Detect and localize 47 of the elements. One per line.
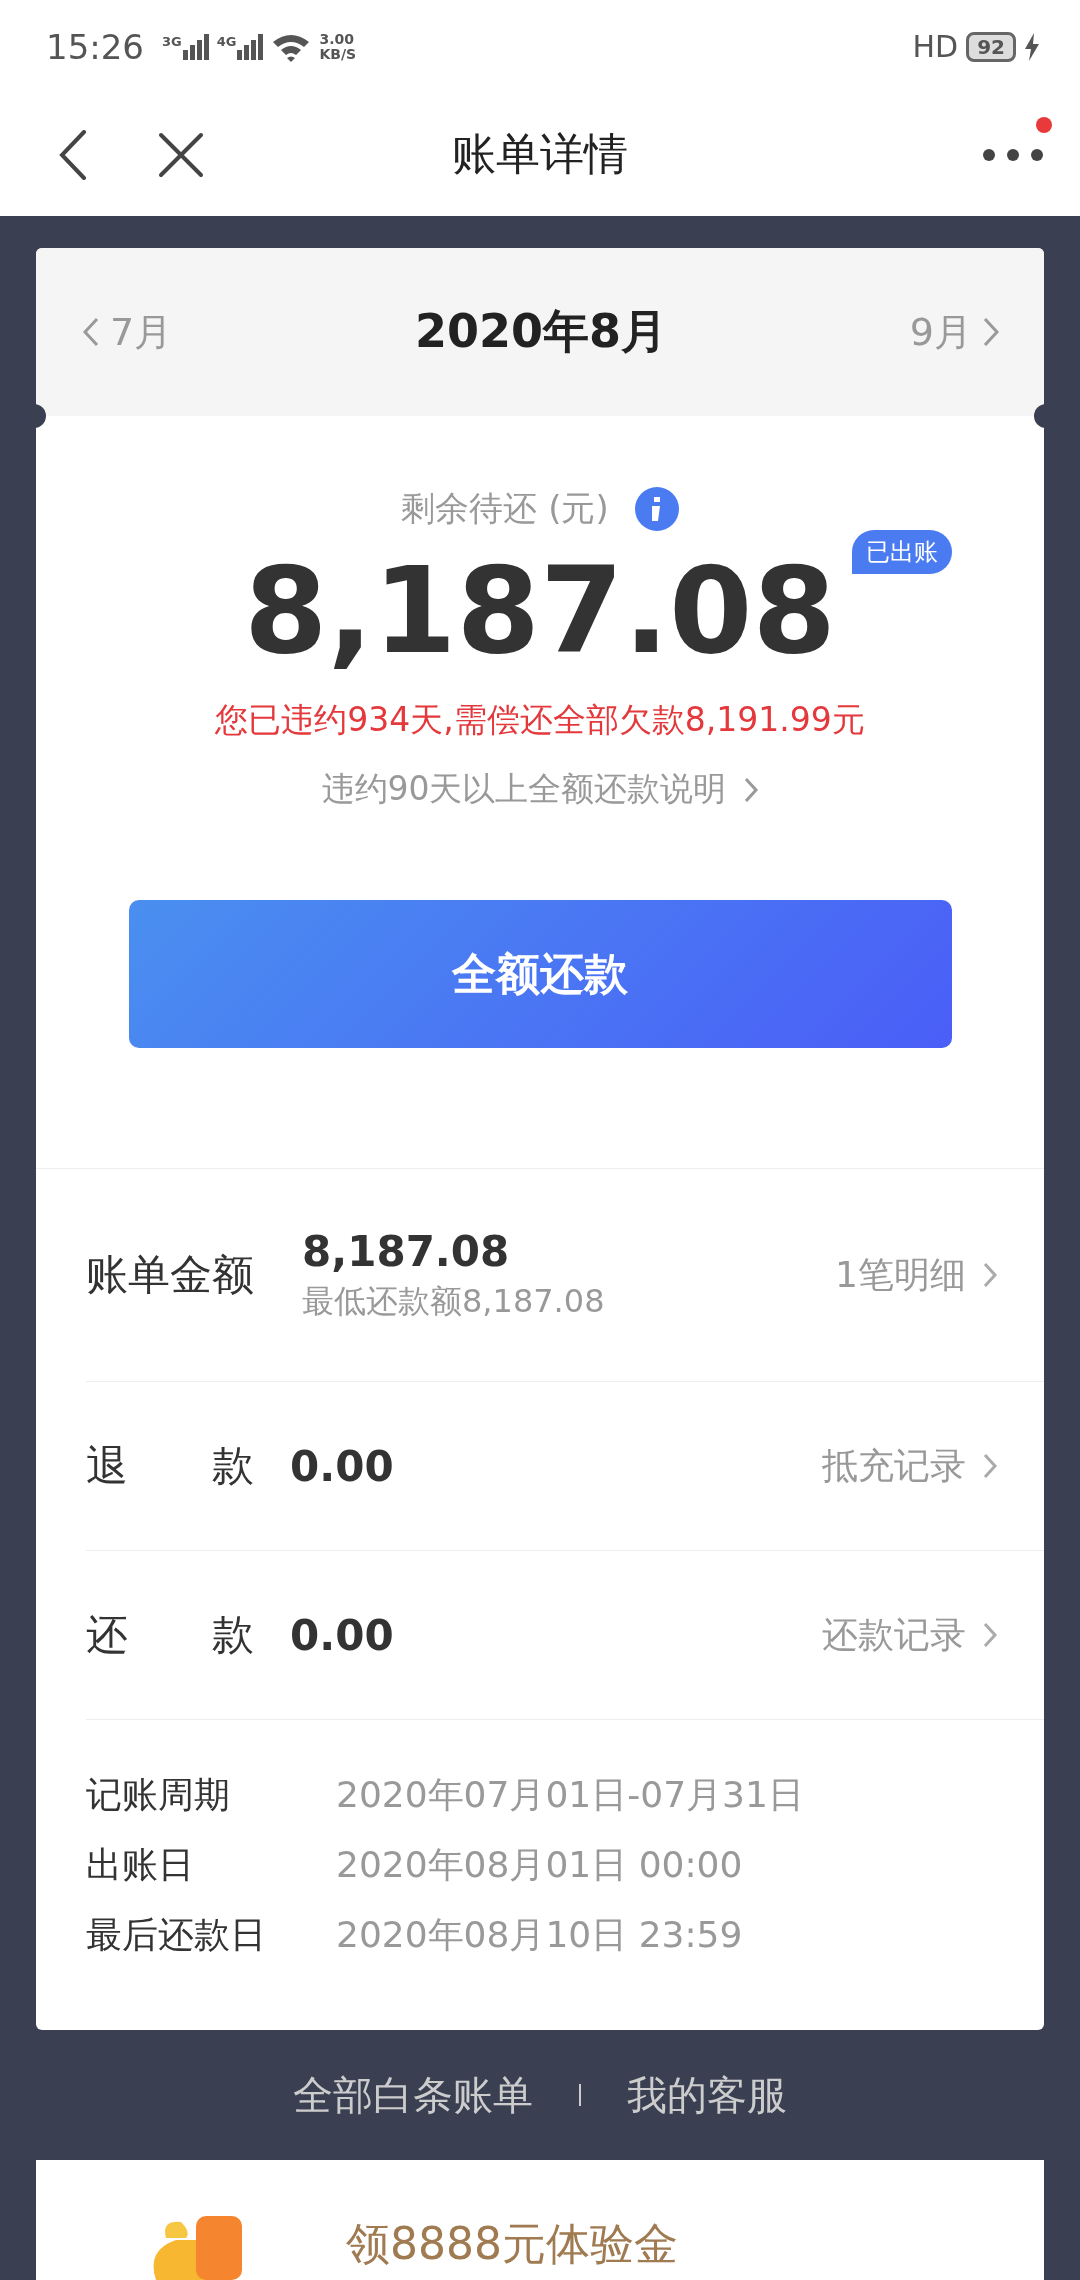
current-month: 2020年8月	[414, 303, 667, 360]
promo-text: 领8888元体验金	[346, 2217, 678, 2271]
info-icon[interactable]	[634, 487, 679, 531]
footer-link[interactable]: 全部白条账单	[293, 2067, 533, 2123]
chevron-left-icon	[82, 317, 100, 347]
hd-indicator: HD	[912, 29, 959, 65]
full-repayment-button[interactable]: 全额还款	[128, 900, 952, 1048]
record-link[interactable]: 抵充记录	[822, 1441, 998, 1491]
footer-link[interactable]: 我的客服	[627, 2067, 787, 2123]
charging-icon	[1024, 32, 1040, 61]
info-value: 2020年08月10日 23:59	[336, 1912, 743, 1957]
remaining-amount: 8,187.08	[243, 540, 837, 682]
info-label: 最后还款日	[86, 1912, 267, 1957]
network-speed: 3.00 KB/S	[319, 31, 357, 62]
previous-month-link[interactable]: 7月	[82, 306, 173, 358]
page-title: 账单详情	[452, 127, 628, 182]
info-label: 出账日	[86, 1842, 195, 1887]
row-label: 款	[212, 1440, 254, 1492]
overdue-warning: 您已违约934天,需偿还全部欠款8,191.99元	[215, 699, 865, 741]
chevron-right-icon	[982, 1452, 998, 1480]
row-amount: 0.00	[290, 1441, 394, 1491]
clock: 15:26	[46, 26, 144, 67]
chevron-right-icon	[742, 775, 759, 804]
chevron-right-icon	[982, 1261, 998, 1289]
chevron-right-icon	[982, 317, 1000, 347]
info-value: 2020年08月01日 00:00	[336, 1842, 743, 1887]
info-value: 2020年07月01日-07月31日	[336, 1772, 804, 1817]
row-label: 账单金额	[86, 1249, 254, 1301]
battery-icon: 92	[966, 31, 1016, 62]
row-label: 还	[86, 1609, 129, 1661]
minimum-payment: 最低还款额8,187.08	[302, 1280, 605, 1322]
next-month-link[interactable]: 9月	[909, 306, 1000, 358]
info-label: 记账周期	[86, 1772, 231, 1817]
billed-badge: 已出账	[852, 530, 953, 574]
chevron-right-icon	[982, 1621, 998, 1649]
back-icon[interactable]	[58, 129, 88, 180]
record-link[interactable]: 1笔明细	[835, 1250, 998, 1300]
row-amount: 0.00	[290, 1610, 394, 1660]
close-icon[interactable]	[158, 131, 204, 178]
more-icon[interactable]	[982, 146, 1044, 163]
promo-banner[interactable]: 领8888元体验金	[36, 2160, 1044, 2280]
bill-amount: 8,187.08	[302, 1226, 511, 1276]
row-label: 退	[86, 1440, 129, 1492]
record-link[interactable]: 还款记录	[822, 1610, 998, 1660]
row-label: 款	[212, 1609, 254, 1661]
explanation-link[interactable]: 违约90天以上全额还款说明	[321, 767, 759, 812]
remaining-label: 剩余待还 (元)	[401, 487, 609, 530]
